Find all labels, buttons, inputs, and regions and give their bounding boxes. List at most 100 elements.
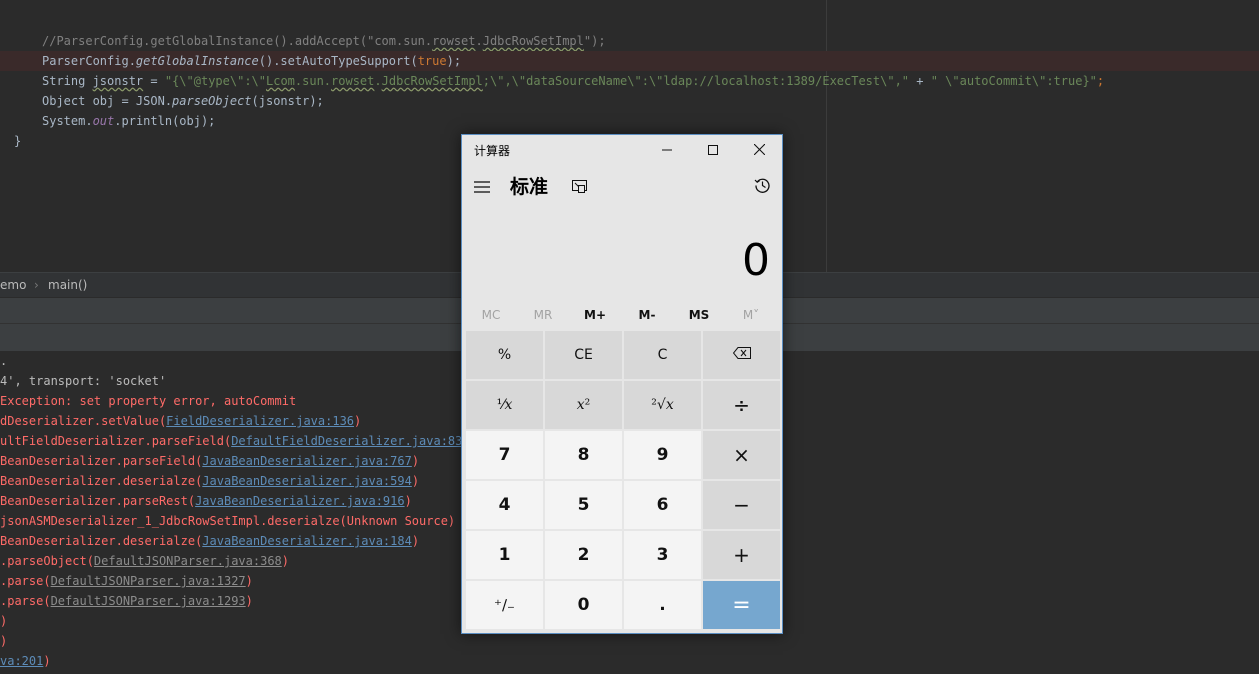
divide-button[interactable]: ÷: [703, 381, 780, 429]
code-line[interactable]: String jsonstr = "{\"@type\":\"Lcom.sun.…: [0, 71, 1259, 91]
console-text: ): [281, 554, 289, 568]
minimize-button[interactable]: [644, 135, 690, 167]
memory-button-4[interactable]: M-: [621, 303, 673, 327]
console-line: ultFieldDeserializer.parseField(DefaultF…: [0, 431, 470, 451]
digit-3-button[interactable]: 3: [624, 531, 701, 579]
console-text: ): [245, 574, 253, 588]
console-text: .: [0, 354, 8, 368]
calculator-window[interactable]: 计算器 标准 0 MC MR M+ M- MS M˅ % CE C ⅟𝑥 𝑥² …: [461, 134, 783, 634]
code-token: parseObject: [172, 94, 252, 108]
clear-button[interactable]: C: [624, 331, 701, 379]
digit-0-button[interactable]: 0: [545, 581, 622, 629]
console-line: Exception: set property error, autoCommi…: [0, 391, 296, 411]
console-line: BeanDeserializer.parseRest(JavaBeanDeser…: [0, 491, 412, 511]
calculator-titlebar[interactable]: 计算器: [462, 135, 782, 167]
multiply-button[interactable]: ×: [703, 431, 780, 479]
code-token: ParserConfig.: [42, 54, 136, 68]
breadcrumb-method[interactable]: main(): [48, 273, 87, 297]
code-token: );: [446, 54, 462, 68]
code-token: //ParserConfig.getGlobalInstance().addAc…: [42, 34, 433, 48]
stack-trace-link[interactable]: va:201: [0, 654, 43, 668]
console-text: BeanDeserializer.deserialze(: [0, 534, 203, 548]
maximize-icon: [708, 144, 718, 159]
console-text: .parse(: [0, 594, 51, 608]
console-text: BeanDeserializer.parseField(: [0, 454, 203, 468]
code-token: Lcom: [266, 74, 295, 88]
breadcrumb-class[interactable]: emo: [0, 273, 26, 297]
code-token: .: [475, 34, 483, 48]
stack-trace-link[interactable]: JavaBeanDeserializer.java:767: [202, 454, 412, 468]
percent-button[interactable]: %: [466, 331, 543, 379]
backspace-icon: [732, 347, 751, 363]
console-text: ): [0, 614, 8, 628]
code-token: JdbcRowSetImpl: [381, 74, 483, 88]
console-line: dDeserializer.setValue(FieldDeserializer…: [0, 411, 361, 431]
square-button[interactable]: 𝑥²: [545, 381, 622, 429]
console-line: BeanDeserializer.deserialze(JavaBeanDese…: [0, 471, 419, 491]
stack-trace-link[interactable]: DefaultJSONParser.java:368: [94, 554, 282, 568]
stack-trace-link[interactable]: DefaultFieldDeserializer.java:83: [231, 434, 462, 448]
digit-5-button[interactable]: 5: [545, 481, 622, 529]
code-token: ().setAutoTypeSupport(: [258, 54, 418, 68]
stack-trace-link[interactable]: FieldDeserializer.java:136: [166, 414, 354, 428]
clear-entry-button[interactable]: CE: [545, 331, 622, 379]
code-token: rowset: [331, 74, 375, 88]
code-token: ;: [1096, 74, 1105, 88]
console-text: Exception: set property error, autoCommi…: [0, 394, 297, 408]
code-token: .println(obj);: [114, 114, 216, 128]
history-icon: [754, 177, 771, 198]
keep-on-top-button[interactable]: [572, 167, 590, 207]
digit-4-button[interactable]: 4: [466, 481, 543, 529]
stack-trace-link[interactable]: JavaBeanDeserializer.java:916: [195, 494, 405, 508]
memory-button-1: MC: [481, 308, 501, 322]
console-text: BeanDeserializer.deserialze(: [0, 474, 203, 488]
maximize-button[interactable]: [690, 135, 736, 167]
menu-button[interactable]: [474, 167, 492, 207]
code-token: System.: [42, 114, 93, 128]
memory-button-2: MR: [533, 308, 553, 322]
stack-trace-link[interactable]: JavaBeanDeserializer.java:594: [202, 474, 412, 488]
code-token: rowset: [432, 34, 476, 48]
console-line: .: [0, 351, 7, 371]
digit-9-button[interactable]: 9: [624, 431, 701, 479]
console-text: ultFieldDeserializer.parseField(: [0, 434, 232, 448]
close-button[interactable]: [736, 135, 782, 167]
calculator-mode-title: 标准: [510, 176, 549, 198]
digit-7-button[interactable]: 7: [466, 431, 543, 479]
memory-button-3[interactable]: M+: [569, 303, 621, 327]
code-token: true: [417, 54, 447, 68]
add-button[interactable]: +: [703, 531, 780, 579]
digit-6-button[interactable]: 6: [624, 481, 701, 529]
console-line: va:201): [0, 651, 51, 671]
code-line[interactable]: System.out.println(obj);: [0, 111, 1259, 131]
reciprocal-button[interactable]: ⅟𝑥: [466, 381, 543, 429]
code-token: ;\",\"dataSourceName\":\"ldap://localhos…: [482, 74, 910, 88]
console-text: .parseObject(: [0, 554, 94, 568]
memory-button-6: M˅: [742, 308, 760, 322]
console-text: ): [354, 414, 362, 428]
stack-trace-link[interactable]: DefaultJSONParser.java:1293: [51, 594, 246, 608]
console-text: .parse(: [0, 574, 51, 588]
code-line[interactable]: ParserConfig.getGlobalInstance().setAuto…: [0, 51, 1259, 71]
console-text: BeanDeserializer.parseRest(: [0, 494, 196, 508]
memory-button-5[interactable]: MS: [673, 303, 725, 327]
backspace-button[interactable]: [703, 331, 780, 379]
code-token: }: [14, 134, 22, 148]
code-token: Object obj = JSON.: [42, 94, 173, 108]
stack-trace-link[interactable]: JavaBeanDeserializer.java:184: [202, 534, 412, 548]
stack-trace-link[interactable]: DefaultJSONParser.java:1327: [51, 574, 246, 588]
square-root-button[interactable]: ²√𝑥: [624, 381, 701, 429]
digit-2-button[interactable]: 2: [545, 531, 622, 579]
code-line[interactable]: Object obj = JSON.parseObject(jsonstr);: [0, 91, 1259, 111]
decimal-button[interactable]: .: [624, 581, 701, 629]
subtract-button[interactable]: −: [703, 481, 780, 529]
negate-button[interactable]: ⁺∕₋: [466, 581, 543, 629]
console-text: ): [411, 534, 420, 548]
equals-button[interactable]: =: [703, 581, 780, 629]
history-button[interactable]: [754, 167, 772, 207]
digit-8-button[interactable]: 8: [545, 431, 622, 479]
result-display: 0: [742, 235, 770, 286]
code-line[interactable]: //ParserConfig.getGlobalInstance().addAc…: [0, 31, 1259, 51]
console-line: 4', transport: 'socket': [0, 371, 166, 391]
digit-1-button[interactable]: 1: [466, 531, 543, 579]
